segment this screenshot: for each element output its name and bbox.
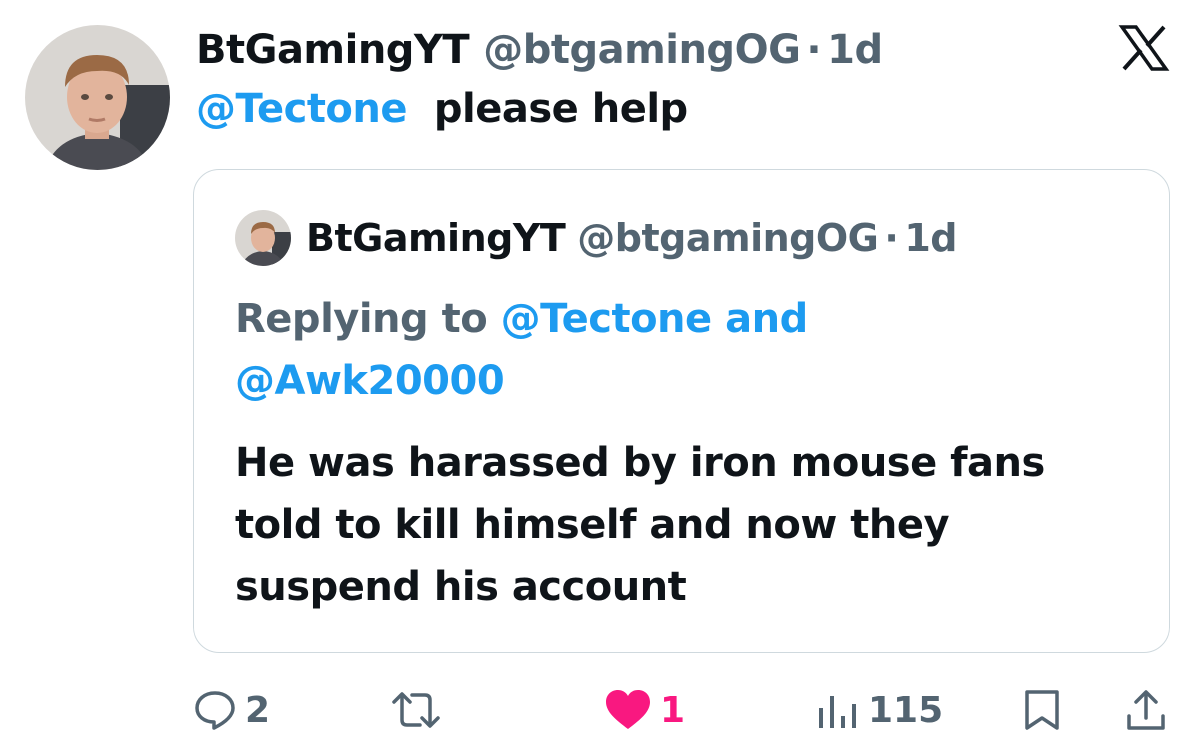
- view-count: 115: [868, 689, 944, 731]
- action-bar: 2 1 115: [0, 680, 1199, 740]
- bookmark-icon: [1025, 690, 1059, 730]
- quoted-author-avatar[interactable]: [235, 210, 291, 266]
- share-icon: [1127, 690, 1165, 730]
- like-count: 1: [660, 689, 686, 731]
- replying-mention-awk[interactable]: @Awk20000: [235, 358, 505, 404]
- reply-count: 2: [245, 689, 271, 731]
- quoted-tweet-header: BtGamingYT @btgamingOG · 1d: [306, 210, 957, 266]
- replying-mention-tectone[interactable]: @Tectone: [501, 296, 713, 342]
- tweet-text: @Tectone please help: [196, 86, 688, 132]
- quoted-tweet-card[interactable]: BtGamingYT @btgamingOG · 1d Replying to …: [193, 169, 1170, 653]
- replying-to-label: Replying to: [235, 296, 488, 342]
- speech-bubble-icon: [195, 691, 235, 730]
- bookmark-button[interactable]: [1022, 680, 1062, 740]
- avatar-photo: [25, 25, 170, 170]
- quoted-tweet-body: He was harassed by iron mouse fans told …: [235, 440, 1045, 610]
- reply-button[interactable]: 2: [193, 680, 270, 740]
- heart-icon: [606, 690, 650, 729]
- retweet-button[interactable]: [390, 680, 442, 740]
- author-name[interactable]: BtGamingYT: [196, 27, 470, 73]
- tweet-body: please help: [433, 86, 688, 132]
- x-logo-icon[interactable]: [1118, 22, 1170, 74]
- tweet-header: BtGamingYT @btgamingOG · 1d: [196, 22, 883, 78]
- retweet-icon: [392, 692, 440, 728]
- quoted-author-name[interactable]: BtGamingYT: [306, 216, 566, 260]
- author-handle[interactable]: @btgamingOG: [483, 27, 801, 73]
- tweet-timestamp[interactable]: 1d: [827, 27, 883, 73]
- quoted-timestamp[interactable]: 1d: [904, 216, 957, 260]
- separator-dot: ·: [884, 216, 899, 260]
- author-avatar[interactable]: [25, 25, 170, 170]
- replying-and: and: [725, 296, 808, 342]
- bar-chart-icon: [819, 696, 856, 728]
- replying-to-line: Replying to @Tectone and @Awk20000: [235, 288, 995, 412]
- mention-link[interactable]: @Tectone: [196, 86, 408, 132]
- like-button[interactable]: 1: [604, 680, 685, 740]
- separator-dot: ·: [806, 27, 822, 73]
- quoted-author-handle[interactable]: @btgamingOG: [577, 216, 879, 260]
- avatar-photo: [235, 210, 291, 266]
- share-button[interactable]: [1124, 680, 1168, 740]
- views-button[interactable]: 115: [816, 680, 943, 740]
